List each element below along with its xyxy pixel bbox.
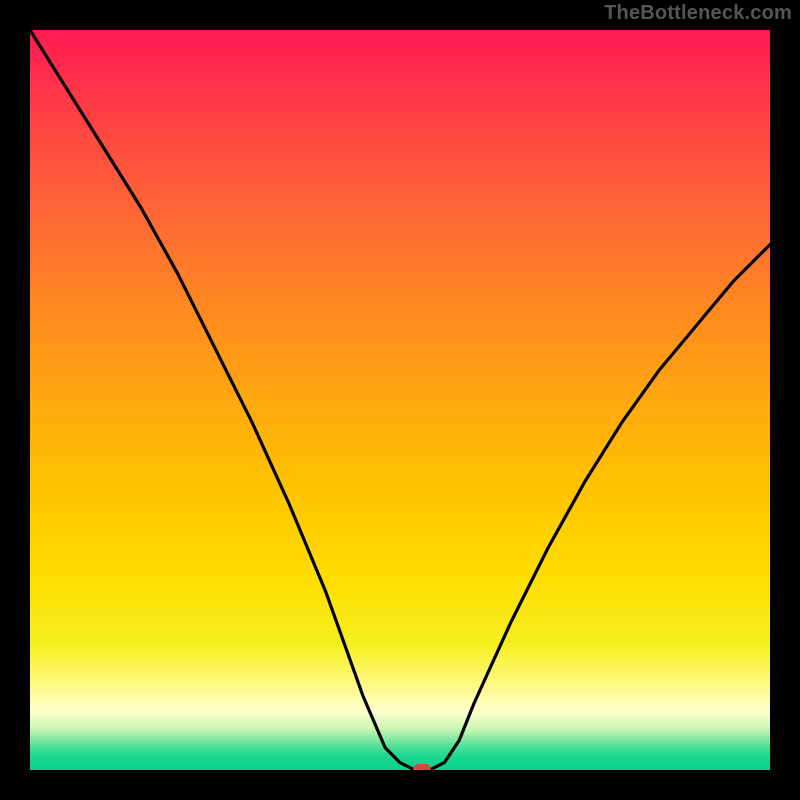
watermark-text: TheBottleneck.com	[604, 2, 792, 25]
optimal-point-marker	[413, 764, 431, 770]
chart-frame: TheBottleneck.com	[0, 0, 800, 800]
plot-area	[30, 30, 770, 770]
bottleneck-curve	[30, 30, 770, 770]
curve-path	[30, 30, 770, 770]
